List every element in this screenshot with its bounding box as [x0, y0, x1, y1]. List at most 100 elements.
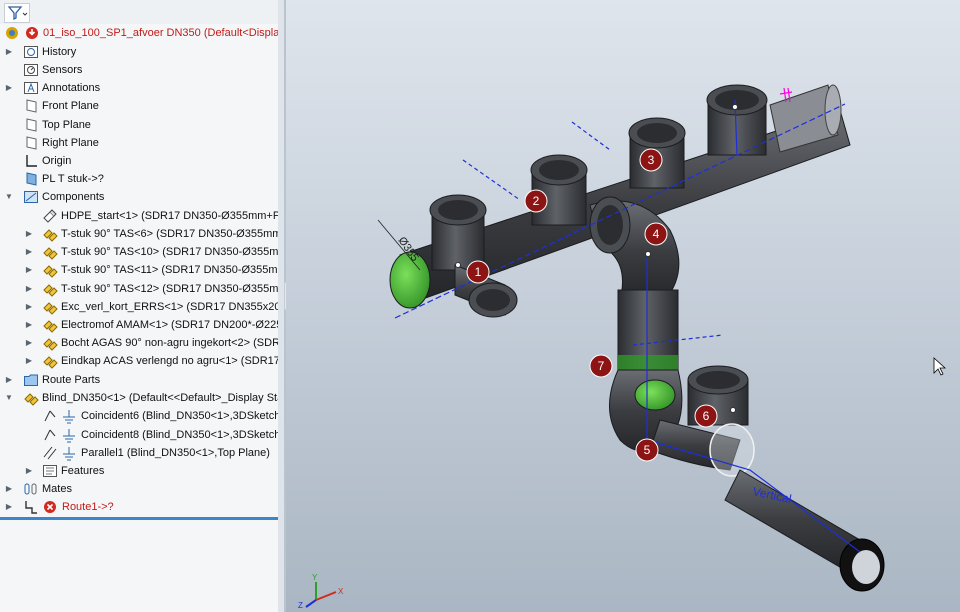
- tree-item-label: Coincident6 (Blind_DN350<1>,3DSketch1): [81, 410, 283, 422]
- tree-item-features[interactable]: ▶ Features: [0, 462, 283, 480]
- expand-arrow-icon[interactable]: ▶: [4, 45, 14, 59]
- tree-item-label: T-stuk 90° TAS<11> (SDR17 DN350-Ø355mm -…: [61, 264, 283, 276]
- tree-item-route-parts[interactable]: ▶ Route Parts: [0, 371, 283, 389]
- tree-item-label: Front Plane: [42, 100, 99, 112]
- graphics-viewport[interactable]: Ø355 Vertical 1 2 3 4 5 6 7 Y X Z: [286, 0, 960, 612]
- expand-arrow-icon[interactable]: ▶: [24, 227, 34, 241]
- expand-arrow-icon[interactable]: ▶: [24, 263, 34, 277]
- mouse-cursor-icon: [933, 357, 947, 376]
- tree-item-hdpe-start[interactable]: HDPE_start<1> (SDR17 DN350-Ø355mm+PP-GFK…: [0, 207, 283, 225]
- subassembly-icon: [42, 317, 58, 333]
- expand-arrow-icon[interactable]: ▶: [24, 245, 34, 259]
- ground-relation-icon: [61, 408, 77, 424]
- collapse-arrow-icon[interactable]: ▼: [4, 391, 14, 405]
- tree-item-label: PL T stuk->?: [42, 173, 104, 185]
- balloon-number: 4: [653, 227, 660, 241]
- tee-branch-1[interactable]: [429, 194, 487, 271]
- tree-item-label: Electromof AMAM<1> (SDR17 DN200*-Ø225mm …: [61, 319, 283, 331]
- balloon-3[interactable]: 3: [639, 148, 663, 172]
- reducer-transparent[interactable]: [709, 423, 755, 477]
- tree-item-annotations[interactable]: ▶ Annotations: [0, 79, 283, 97]
- balloon-number: 6: [703, 409, 710, 423]
- tree-item-label: Eindkap ACAS verlengd no agru<1> (SDR17 …: [61, 355, 283, 367]
- tree-item-label: Blind_DN350<1> (Default<<Default>_Displa…: [42, 392, 283, 404]
- coincident-relation-icon: [42, 427, 58, 443]
- balloon-6[interactable]: 6: [694, 404, 718, 428]
- tree-item-coincident6[interactable]: Coincident6 (Blind_DN350<1>,3DSketch1): [0, 407, 283, 425]
- subassembly-icon: [23, 390, 39, 406]
- folder-icon: [23, 189, 39, 205]
- tree-item-label: History: [42, 46, 77, 58]
- tree-item-components[interactable]: ▼ Components: [0, 188, 283, 206]
- tree-item-mates[interactable]: ▶ Mates: [0, 480, 283, 498]
- tree-item-label: Parallel1 (Blind_DN350<1>,Top Plane): [81, 447, 270, 459]
- mates-icon: [23, 481, 39, 497]
- balloon-7[interactable]: 7: [589, 354, 613, 378]
- tree-item-exc-verl[interactable]: ▶ Exc_verl_kort_ERRS<1> (SDR17 DN355x200…: [0, 298, 283, 316]
- tree-item-label: Components: [42, 191, 105, 203]
- tree-item-eindkap[interactable]: ▶ Eindkap ACAS verlengd no agru<1> (SDR1…: [0, 352, 283, 370]
- expand-arrow-icon[interactable]: ▶: [24, 336, 34, 350]
- tree-item-t-stuk-11[interactable]: ▶ T-stuk 90° TAS<11> (SDR17 DN350-Ø355mm…: [0, 261, 283, 279]
- tree-item-bocht[interactable]: ▶ Bocht AGAS 90° non-agru ingekort<2> (S…: [0, 334, 283, 352]
- tree-item-coincident8[interactable]: Coincident8 (Blind_DN350<1>,3DSketch1): [0, 426, 283, 444]
- balloon-4[interactable]: 4: [644, 222, 668, 246]
- subassembly-icon: [42, 353, 58, 369]
- coincident-relation-icon: [42, 408, 58, 424]
- subassembly-icon: [42, 281, 58, 297]
- tree-item-label: HDPE_start<1> (SDR17 DN350-Ø355mm+PP-GFK…: [61, 210, 283, 222]
- tree-item-label: T-stuk 90° TAS<10> (SDR17 DN350-Ø355mm -…: [61, 246, 283, 258]
- expand-arrow-icon[interactable]: ▶: [24, 464, 34, 478]
- expand-arrow-icon[interactable]: ▶: [4, 500, 14, 514]
- tree-item-label: Right Plane: [42, 137, 99, 149]
- expand-arrow-icon[interactable]: ▶: [4, 81, 14, 95]
- folder-icon: [23, 372, 39, 388]
- tree-item-t-stuk-12[interactable]: ▶ T-stuk 90° TAS<12> (SDR17 DN350-Ø355mm…: [0, 280, 283, 298]
- annotations-icon: [23, 80, 39, 96]
- expand-arrow-icon[interactable]: ▶: [4, 482, 14, 496]
- tree-item-label: Bocht AGAS 90° non-agru ingekort<2> (SDR…: [61, 337, 283, 349]
- balloon-5[interactable]: 5: [635, 438, 659, 462]
- expand-arrow-icon[interactable]: ▶: [24, 282, 34, 296]
- tree-item-top-plane[interactable]: Top Plane: [0, 116, 283, 134]
- triad-x-label: X: [338, 587, 344, 596]
- tree-item-label: Coincident8 (Blind_DN350<1>,3DSketch1): [81, 429, 283, 441]
- part-icon: [42, 208, 58, 224]
- tree-root-label: 01_iso_100_SP1_afvoer DN350 (Default<Dis…: [43, 27, 283, 39]
- tree-item-front-plane[interactable]: Front Plane: [0, 97, 283, 115]
- filter-button[interactable]: [4, 3, 30, 23]
- tree-item-origin[interactable]: Origin: [0, 152, 283, 170]
- tree-item-pl-t-stuk[interactable]: PL T stuk->?: [0, 170, 283, 188]
- tee-branch-2[interactable]: [530, 154, 588, 226]
- tree-item-t-stuk-6[interactable]: ▶ T-stuk 90° TAS<6> (SDR17 DN350-Ø355mm …: [0, 225, 283, 243]
- tree-item-route1[interactable]: ▶ Route1->?: [0, 498, 283, 516]
- outlet-pipe[interactable]: [724, 469, 885, 592]
- expand-arrow-icon[interactable]: ▶: [4, 373, 14, 387]
- balloon-1[interactable]: 1: [466, 260, 490, 284]
- tree-item-parallel1[interactable]: Parallel1 (Blind_DN350<1>,Top Plane): [0, 444, 283, 462]
- tree-item-right-plane[interactable]: Right Plane: [0, 134, 283, 152]
- balloon-number: 7: [598, 359, 605, 373]
- vertical-drop-pipe[interactable]: [617, 289, 679, 378]
- tree-item-label: Sensors: [42, 64, 83, 76]
- expand-arrow-icon[interactable]: ▶: [24, 300, 34, 314]
- expand-arrow-icon[interactable]: ▶: [24, 318, 34, 332]
- tree-item-history[interactable]: ▶ History: [0, 43, 283, 61]
- tree-item-t-stuk-10[interactable]: ▶ T-stuk 90° TAS<10> (SDR17 DN350-Ø355mm…: [0, 243, 283, 261]
- balloon-number: 1: [475, 265, 482, 279]
- tree-item-label: Mates: [42, 483, 72, 495]
- endpoint-marker: [779, 87, 793, 103]
- ground-relation-icon: [61, 445, 77, 461]
- tree-rollback-bar[interactable]: [0, 517, 283, 520]
- balloon-2[interactable]: 2: [524, 189, 548, 213]
- history-icon: [23, 44, 39, 60]
- parallel-relation-icon: [42, 445, 58, 461]
- tree-item-sensors[interactable]: Sensors: [0, 61, 283, 79]
- elbow-down[interactable]: [589, 196, 680, 301]
- collapse-arrow-icon[interactable]: ▼: [4, 190, 14, 204]
- expand-arrow-icon[interactable]: ▶: [24, 354, 34, 368]
- tree-item-electromof[interactable]: ▶ Electromof AMAM<1> (SDR17 DN200*-Ø225m…: [0, 316, 283, 334]
- plane-icon: [23, 135, 39, 151]
- tree-item-blind-dn350[interactable]: ▼ Blind_DN350<1> (Default<<Default>_Disp…: [0, 389, 283, 407]
- tree-root-assembly[interactable]: 01_iso_100_SP1_afvoer DN350 (Default<Dis…: [0, 24, 283, 42]
